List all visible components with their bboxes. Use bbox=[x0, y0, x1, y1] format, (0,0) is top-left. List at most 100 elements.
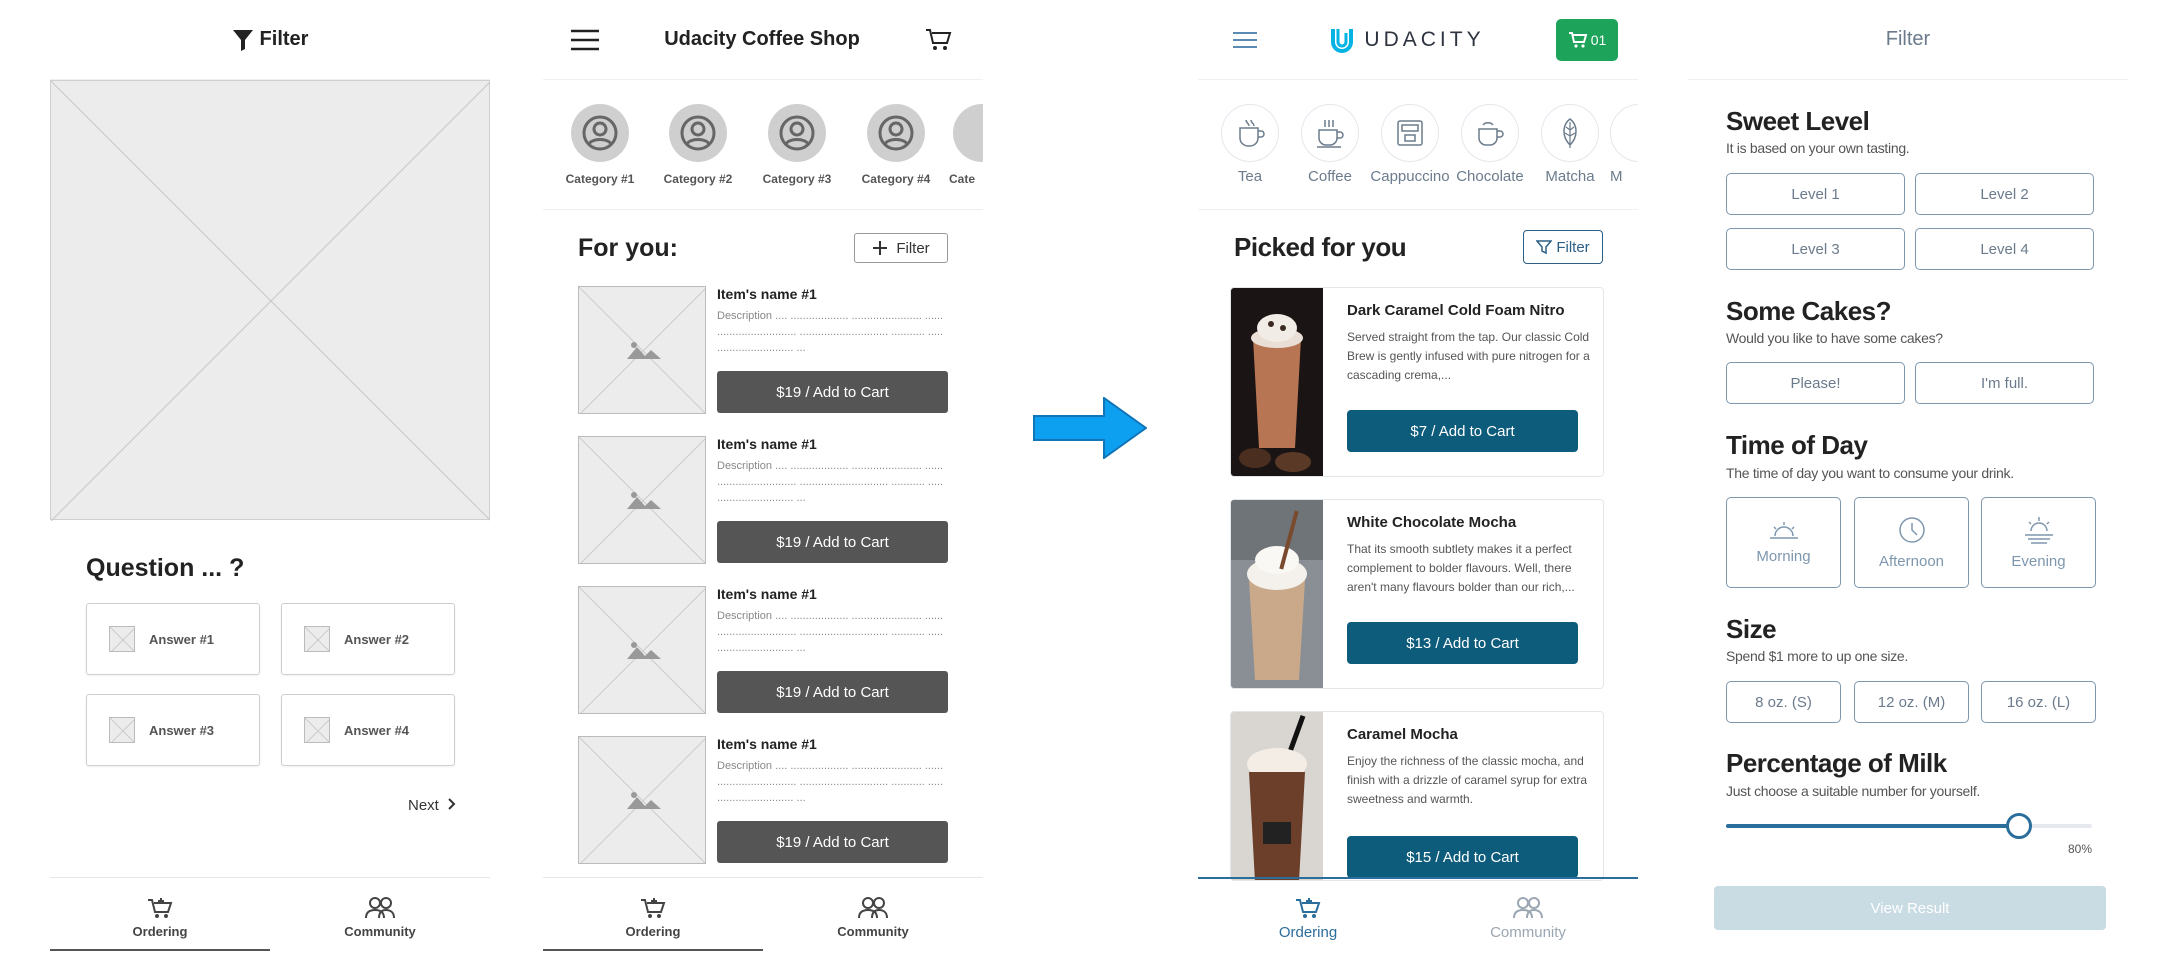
item-description: Description .... ................... ...… bbox=[717, 760, 944, 804]
answer-label: Answer #2 bbox=[344, 631, 410, 647]
slider-fill bbox=[1726, 824, 2019, 828]
list-item: Item's name #1 Description .... ........… bbox=[578, 286, 948, 416]
add-to-cart-button[interactable]: $19 / Add to Cart bbox=[717, 371, 948, 413]
udacity-logo: UDACITY bbox=[1328, 26, 1484, 54]
list-item: Item's name #1 Description .... ........… bbox=[578, 586, 948, 716]
product-image-white-mocha bbox=[1231, 500, 1323, 688]
option-label: Morning bbox=[1756, 548, 1811, 565]
cart-icon bbox=[148, 898, 173, 918]
time-option-morning[interactable]: Morning bbox=[1726, 497, 1841, 588]
tab-label: Community bbox=[837, 924, 909, 939]
answer-option[interactable]: Answer #1 bbox=[86, 603, 260, 675]
wireframe-question-screen: Filter Question ... ? Answer #1 Answer #… bbox=[50, 0, 490, 960]
tab-label: Community bbox=[1490, 923, 1566, 941]
plus-icon bbox=[873, 241, 888, 255]
chevron-right-icon bbox=[448, 798, 456, 810]
category-item[interactable]: Category #3 bbox=[752, 104, 842, 186]
category-item[interactable]: Cate bbox=[949, 104, 983, 186]
filter-button[interactable]: Filter bbox=[854, 233, 948, 263]
add-to-cart-button[interactable]: $19 / Add to Cart bbox=[717, 671, 948, 713]
item-description: Description .... ................... ...… bbox=[717, 310, 944, 354]
category-item-matcha[interactable]: Matcha bbox=[1530, 104, 1610, 185]
item-description: Description .... ................... ...… bbox=[717, 460, 944, 504]
cart-button[interactable]: 01 bbox=[1556, 18, 1618, 61]
bottom-nav: Ordering Community bbox=[1198, 877, 1638, 957]
answer-option[interactable]: Answer #4 bbox=[281, 694, 455, 766]
category-item[interactable]: Category #4 bbox=[851, 104, 941, 186]
category-item[interactable]: Category #2 bbox=[653, 104, 743, 186]
category-item-coffee[interactable]: Coffee bbox=[1290, 104, 1370, 185]
tab-label: Community bbox=[344, 924, 416, 939]
leaf-icon bbox=[1541, 104, 1599, 162]
add-to-cart-button[interactable]: $19 / Add to Cart bbox=[717, 821, 948, 863]
image-placeholder bbox=[578, 436, 706, 564]
add-to-cart-button[interactable]: $19 / Add to Cart bbox=[717, 521, 948, 563]
menu-icon[interactable] bbox=[571, 29, 599, 51]
cart-icon[interactable] bbox=[925, 27, 953, 53]
community-icon bbox=[365, 897, 395, 919]
next-label: Next bbox=[408, 797, 439, 814]
add-to-cart-button[interactable]: $15 / Add to Cart bbox=[1347, 836, 1578, 878]
category-label: Category #2 bbox=[663, 172, 733, 186]
sweet-level-option[interactable]: Level 1 bbox=[1726, 173, 1905, 215]
product-card: White Chocolate Mocha That its smooth su… bbox=[1230, 499, 1604, 689]
product-description: Served straight from the tap. Our classi… bbox=[1347, 330, 1590, 382]
cart-count: 01 bbox=[1590, 31, 1607, 48]
category-item-chocolate[interactable]: Chocolate bbox=[1450, 104, 1530, 185]
menu-icon[interactable] bbox=[1233, 31, 1257, 49]
next-button[interactable]: Next bbox=[408, 797, 457, 814]
category-label: Tea bbox=[1237, 168, 1263, 185]
answer-option[interactable]: Answer #3 bbox=[86, 694, 260, 766]
category-item-tea[interactable]: Tea bbox=[1210, 104, 1290, 185]
image-placeholder-icon bbox=[109, 717, 135, 743]
size-option[interactable]: 8 oz. (S) bbox=[1726, 681, 1841, 723]
tea-icon bbox=[1221, 104, 1279, 162]
product-name: White Chocolate Mocha bbox=[1347, 514, 1517, 531]
answer-label: Answer #1 bbox=[149, 631, 215, 647]
image-placeholder-icon bbox=[304, 626, 330, 652]
tab-ordering[interactable]: Ordering bbox=[1198, 879, 1418, 957]
filter-icon bbox=[1536, 240, 1553, 255]
cakes-option[interactable]: I'm full. bbox=[1915, 362, 2094, 404]
list-item: Item's name #1 Description .... ........… bbox=[578, 436, 948, 566]
add-to-cart-button[interactable]: $13 / Add to Cart bbox=[1347, 622, 1578, 664]
category-item[interactable]: Category #1 bbox=[555, 104, 645, 186]
size-option[interactable]: 16 oz. (L) bbox=[1981, 681, 2096, 723]
page-title: Filter bbox=[259, 28, 309, 50]
tab-community[interactable]: Community bbox=[763, 878, 983, 957]
size-option[interactable]: 12 oz. (M) bbox=[1854, 681, 1969, 723]
tab-ordering[interactable]: Ordering bbox=[543, 878, 763, 957]
time-option-afternoon[interactable]: Afternoon bbox=[1854, 497, 1969, 588]
time-of-day-title: Time of Day bbox=[1726, 430, 1868, 460]
category-icon bbox=[1610, 104, 1638, 162]
tab-community[interactable]: Community bbox=[270, 878, 490, 957]
tab-label: Ordering bbox=[1278, 923, 1338, 941]
product-card: Dark Caramel Cold Foam Nitro Served stra… bbox=[1230, 287, 1604, 477]
section-title: For you: bbox=[578, 234, 678, 262]
tab-community[interactable]: Community bbox=[1418, 879, 1638, 957]
header: Filter bbox=[1688, 0, 2128, 80]
sweet-level-option[interactable]: Level 4 bbox=[1915, 228, 2094, 270]
sweet-level-option[interactable]: Level 2 bbox=[1915, 173, 2094, 215]
view-result-button[interactable]: View Result bbox=[1714, 886, 2106, 930]
category-item[interactable]: M bbox=[1610, 104, 1638, 185]
sweet-level-title: Sweet Level bbox=[1726, 106, 1870, 136]
product-image-caramel-mocha bbox=[1231, 712, 1323, 880]
tab-ordering[interactable]: Ordering bbox=[50, 878, 270, 957]
milk-slider[interactable] bbox=[1726, 813, 2092, 839]
tab-label: Ordering bbox=[132, 924, 188, 939]
slider-handle[interactable] bbox=[2005, 813, 2032, 839]
filter-button[interactable]: Filter bbox=[1523, 230, 1603, 264]
cakes-option[interactable]: Please! bbox=[1726, 362, 1905, 404]
category-avatar-icon bbox=[768, 104, 826, 162]
list-item: Item's name #1 Description .... ........… bbox=[578, 736, 948, 866]
sweet-level-desc: It is based on your own tasting. bbox=[1726, 140, 1910, 156]
bottom-nav: Ordering Community bbox=[543, 877, 983, 957]
category-label: Category #4 bbox=[861, 172, 931, 186]
category-item-cappuccino[interactable]: Cappuccino bbox=[1370, 104, 1450, 185]
answer-option[interactable]: Answer #2 bbox=[281, 603, 455, 675]
add-to-cart-button[interactable]: $7 / Add to Cart bbox=[1347, 410, 1578, 452]
coffee-machine-icon bbox=[1381, 104, 1439, 162]
time-option-evening[interactable]: Evening bbox=[1981, 497, 2096, 588]
sweet-level-option[interactable]: Level 3 bbox=[1726, 228, 1905, 270]
